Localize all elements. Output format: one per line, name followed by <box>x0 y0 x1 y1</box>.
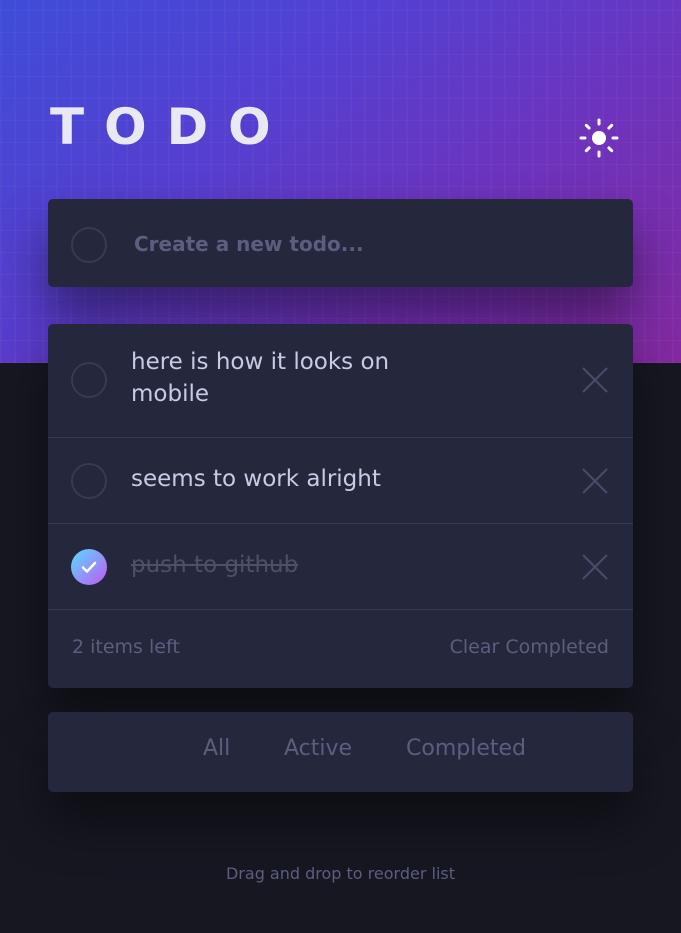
new-todo-circle[interactable] <box>71 227 107 263</box>
close-icon <box>582 468 608 494</box>
close-icon <box>582 554 608 580</box>
new-todo-input[interactable] <box>134 227 594 261</box>
check-icon <box>81 561 97 573</box>
close-icon <box>582 367 608 393</box>
delete-todo-button[interactable] <box>581 467 609 495</box>
todo-item[interactable]: seems to work alright <box>48 438 633 524</box>
list-footer: 2 items left Clear Completed <box>48 610 633 688</box>
items-left-count: 2 items left <box>72 636 180 658</box>
filter-bar: All Active Completed <box>48 712 633 792</box>
todo-text: push to github <box>131 552 299 578</box>
todo-text: here is how it looks on mobile <box>131 349 390 407</box>
theme-toggle-button[interactable] <box>577 116 621 160</box>
todo-item-completed[interactable]: push to github <box>48 524 633 610</box>
clear-completed-button[interactable]: Clear Completed <box>450 636 609 658</box>
filter-completed[interactable]: Completed <box>406 736 526 761</box>
todo-list: here is how it looks on mobile seems to … <box>48 324 633 688</box>
todo-checkbox-checked[interactable] <box>71 549 107 585</box>
filter-all[interactable]: All <box>203 736 230 761</box>
delete-todo-button[interactable] <box>581 553 609 581</box>
todo-checkbox[interactable] <box>71 463 107 499</box>
drag-hint: Drag and drop to reorder list <box>225 864 455 883</box>
todo-text: seems to work alright <box>131 466 381 492</box>
delete-todo-button[interactable] <box>581 366 609 394</box>
header-background <box>0 0 681 363</box>
todo-item[interactable]: here is how it looks on mobile <box>48 324 633 438</box>
app-title: TODO <box>50 98 291 156</box>
new-todo-card <box>48 199 633 287</box>
sun-icon <box>579 118 619 158</box>
filter-active[interactable]: Active <box>284 736 352 761</box>
todo-checkbox[interactable] <box>71 362 107 398</box>
